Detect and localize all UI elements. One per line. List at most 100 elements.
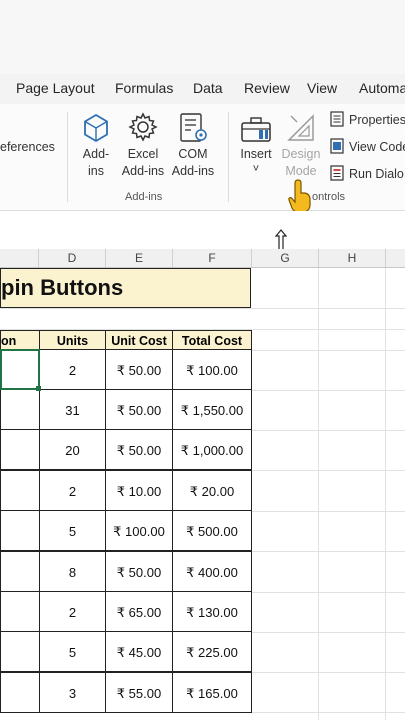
units-cell[interactable]: 2	[39, 591, 106, 632]
addins-label-line1: Add-	[82, 147, 110, 161]
sheet-title-cell[interactable]: pin Buttons	[0, 268, 251, 308]
unit-cost-cell[interactable]: ₹ 50.00	[105, 349, 173, 390]
addins-button[interactable]: Add- ins	[76, 146, 116, 180]
properties-button[interactable]: Properties	[349, 112, 405, 129]
grid-line	[251, 390, 405, 391]
grid-line	[251, 430, 405, 431]
view-code-button[interactable]: View Code	[349, 139, 405, 156]
grid-line	[251, 632, 405, 633]
formula-area	[0, 211, 405, 249]
column-header-e[interactable]: E	[106, 249, 173, 267]
units-cell[interactable]: 5	[39, 631, 106, 672]
hand-cursor-icon	[287, 178, 313, 214]
units-cell[interactable]: 8	[39, 551, 106, 592]
run-dialog-button[interactable]: Run Dialo	[349, 166, 404, 183]
tab-formulas[interactable]: Formulas	[115, 80, 173, 96]
unit-cost-cell[interactable]: ₹ 50.00	[105, 429, 173, 470]
total-cost-cell[interactable]: ₹ 500.00	[172, 510, 252, 551]
chevron-down-icon: ˅	[252, 163, 260, 175]
toolbox-icon[interactable]	[239, 113, 273, 145]
insert-label: Insert	[240, 147, 272, 161]
run-dialog-icon[interactable]	[330, 165, 344, 181]
design-mode-button[interactable]: Design Mode	[276, 146, 326, 180]
gear-icon[interactable]	[127, 111, 159, 143]
com-addins-button[interactable]: COM Add-ins	[168, 146, 218, 180]
unit-cost-cell[interactable]: ₹ 10.00	[105, 470, 173, 511]
grid-line	[251, 712, 405, 713]
insert-controls-button[interactable]: Insert ˅	[234, 146, 278, 175]
tab-data[interactable]: Data	[193, 80, 223, 96]
tab-review[interactable]: Review	[244, 80, 290, 96]
grid-line	[251, 511, 405, 512]
grid-line	[0, 308, 251, 309]
grid-line	[251, 329, 405, 330]
unit-cost-cell[interactable]: ₹ 55.00	[105, 672, 173, 713]
units-cell[interactable]: 5	[39, 510, 106, 551]
window-top-bar	[0, 0, 405, 74]
column-header-c[interactable]	[0, 249, 39, 267]
com-addins-label-line1: COM	[178, 147, 208, 161]
description-cell[interactable]	[0, 591, 40, 632]
column-header-f[interactable]: F	[173, 249, 252, 267]
com-addins-label-line2: Add-ins	[171, 164, 215, 178]
total-cost-cell[interactable]: ₹ 1,000.00	[172, 429, 252, 470]
column-header-d[interactable]: D	[39, 249, 106, 267]
grid-line	[251, 592, 405, 593]
description-cell[interactable]	[0, 631, 40, 672]
units-cell[interactable]: 20	[39, 429, 106, 470]
description-cell[interactable]	[0, 429, 40, 470]
grid-line	[251, 350, 405, 351]
selected-cell[interactable]	[0, 349, 40, 390]
total-cost-cell[interactable]: ₹ 400.00	[172, 551, 252, 592]
unit-cost-cell[interactable]: ₹ 50.00	[105, 551, 173, 592]
header-cell-unit-cost[interactable]: Unit Cost	[105, 330, 173, 350]
total-cost-cell[interactable]: ₹ 130.00	[172, 591, 252, 632]
total-cost-cell[interactable]: ₹ 165.00	[172, 672, 252, 713]
unit-cost-cell[interactable]: ₹ 65.00	[105, 591, 173, 632]
description-cell[interactable]	[0, 551, 40, 592]
properties-icon[interactable]	[330, 111, 344, 127]
tab-view[interactable]: View	[307, 80, 337, 96]
ribbon-separator	[67, 112, 68, 202]
header-cell-total-cost[interactable]: Total Cost	[172, 330, 252, 350]
description-cell[interactable]	[0, 470, 40, 511]
unit-cost-cell[interactable]: ₹ 50.00	[105, 389, 173, 430]
controls-group-label: ontrols	[312, 191, 346, 203]
tab-page-layout[interactable]: Page Layout	[16, 80, 95, 96]
addins-icon[interactable]	[80, 112, 112, 144]
design-mode-icon[interactable]	[285, 112, 317, 144]
description-cell[interactable]	[0, 672, 40, 713]
unit-cost-cell[interactable]: ₹ 100.00	[105, 510, 173, 551]
com-addins-icon[interactable]	[178, 112, 210, 144]
header-cell-units[interactable]: Units	[39, 330, 106, 350]
units-cell[interactable]: 31	[39, 389, 106, 430]
header-cell-description[interactable]: on	[0, 330, 40, 350]
units-cell[interactable]: 3	[39, 672, 106, 713]
units-cell[interactable]: 2	[39, 349, 106, 390]
total-cost-cell[interactable]: ₹ 20.00	[172, 470, 252, 511]
grid-line	[251, 470, 405, 471]
grid-line	[251, 672, 405, 673]
total-cost-cell[interactable]: ₹ 1,550.00	[172, 389, 252, 430]
ribbon-separator	[228, 112, 229, 202]
total-cost-cell[interactable]: ₹ 100.00	[172, 349, 252, 390]
unit-cost-cell[interactable]: ₹ 45.00	[105, 631, 173, 672]
design-mode-label-line1: Design	[281, 147, 321, 161]
grid-line	[251, 551, 405, 552]
grid-line	[251, 308, 405, 309]
grid-line	[385, 268, 386, 720]
description-cell[interactable]	[0, 510, 40, 551]
units-cell[interactable]: 2	[39, 470, 106, 511]
column-header-h[interactable]: H	[319, 249, 386, 267]
addins-label-line2: ins	[88, 164, 104, 178]
column-header-g[interactable]: G	[252, 249, 319, 267]
fill-handle[interactable]	[36, 386, 41, 391]
tab-automate[interactable]: Automa	[359, 80, 405, 96]
excel-addins-label-line1: Excel	[127, 147, 159, 161]
view-code-icon[interactable]	[330, 138, 344, 154]
addins-group-label: Add-ins	[125, 191, 163, 203]
references-button-label[interactable]: eferences	[0, 139, 55, 156]
description-cell[interactable]	[0, 389, 40, 430]
total-cost-cell[interactable]: ₹ 225.00	[172, 631, 252, 672]
excel-addins-button[interactable]: Excel Add-ins	[118, 146, 168, 180]
